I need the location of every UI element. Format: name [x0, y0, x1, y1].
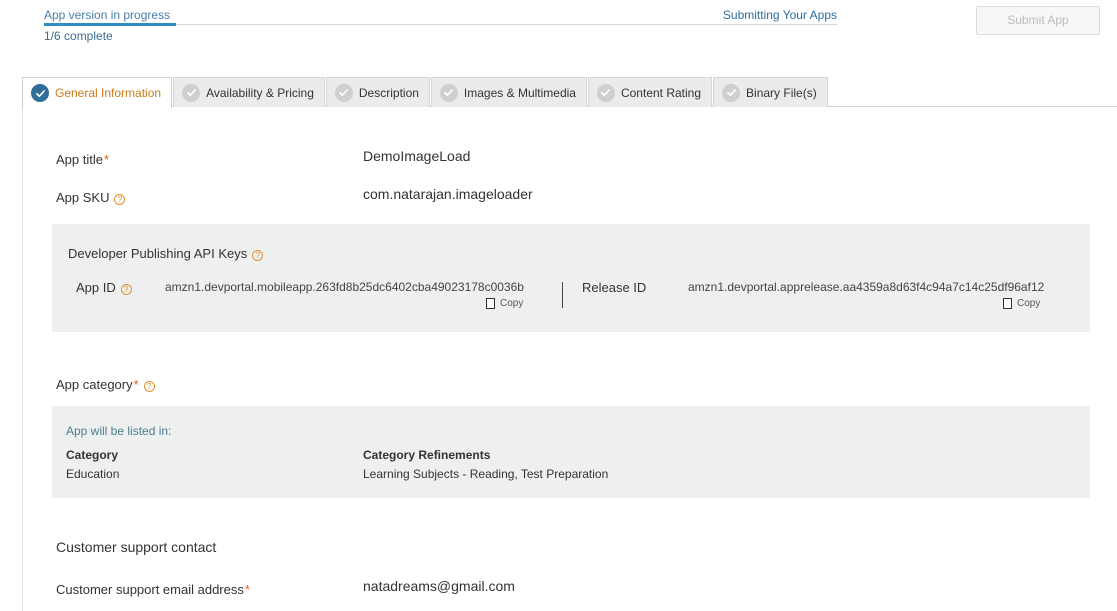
app-category-label: App category*?: [56, 377, 155, 392]
tab-content-rating[interactable]: Content Rating: [587, 77, 713, 107]
refinements-value: Learning Subjects - Reading, Test Prepar…: [363, 467, 609, 481]
app-title-value: DemoImageLoad: [363, 148, 471, 164]
check-circle-icon: [439, 83, 458, 102]
category-value: Education: [66, 467, 120, 481]
submitting-your-apps-link[interactable]: Submitting Your Apps: [723, 8, 837, 22]
release-id-label: Release ID: [582, 280, 647, 295]
tab-label: Binary File(s): [746, 85, 817, 100]
app-title-label: App title*: [56, 152, 110, 167]
customer-support-title: Customer support contact: [56, 539, 217, 555]
app-id-value: amzn1.devportal.mobileapp.263fd8b25dc640…: [165, 280, 524, 294]
required-marker: *: [103, 152, 110, 167]
check-circle-icon: [596, 83, 615, 102]
tab-label: Images & Multimedia: [463, 85, 576, 100]
required-marker: *: [133, 377, 139, 392]
check-circle-icon: [182, 83, 201, 102]
tab-images-multimedia[interactable]: Images & Multimedia: [430, 77, 587, 107]
check-circle-icon: [334, 83, 353, 102]
tab-label: Content Rating: [620, 85, 702, 100]
copy-app-id-button[interactable]: Copy: [486, 298, 523, 309]
required-marker: *: [244, 582, 250, 597]
help-icon[interactable]: ?: [114, 194, 126, 205]
content-border: [22, 107, 23, 611]
tab-general-information[interactable]: General Information: [22, 77, 173, 108]
copy-release-id-button[interactable]: Copy: [1003, 298, 1040, 309]
check-circle-icon: [722, 83, 741, 102]
refinements-header: Category Refinements: [363, 448, 491, 462]
tab-binary-file-s[interactable]: Binary File(s): [713, 77, 828, 107]
support-email-label: Customer support email address*: [56, 582, 250, 597]
tab-description[interactable]: Description: [325, 77, 430, 107]
category-header: Category: [66, 448, 119, 462]
category-panel: App will be listed in: Category Educatio…: [52, 406, 1090, 498]
key-divider: [562, 282, 563, 308]
progress-label: App version in progress: [44, 8, 171, 22]
copy-icon: [1003, 298, 1012, 309]
api-keys-panel: Developer Publishing API Keys? App ID? a…: [52, 224, 1090, 332]
copy-icon: [486, 298, 495, 309]
release-id-value: amzn1.devportal.apprelease.aa4359a8d63f4…: [688, 280, 1045, 294]
tab-bar: General Information Availability & Pricin…: [22, 77, 1117, 108]
tab-label: General Information: [55, 86, 162, 100]
app-sku-value: com.natarajan.imageloader: [363, 186, 533, 202]
help-icon[interactable]: ?: [143, 381, 155, 392]
tab-label: Availability & Pricing: [206, 85, 314, 100]
check-circle-icon: [31, 84, 49, 102]
tab-availability-pricing[interactable]: Availability & Pricing: [173, 77, 325, 107]
progress-bar-fill: [44, 23, 176, 26]
tab-label: Description: [358, 85, 419, 100]
submit-app-button[interactable]: Submit App: [976, 6, 1100, 35]
progress-count: 1/6 complete: [44, 29, 113, 43]
help-icon[interactable]: ?: [252, 250, 264, 261]
support-email-value: natadreams@gmail.com: [363, 578, 515, 594]
app-sku-label: App SKU?: [56, 190, 126, 205]
api-keys-title: Developer Publishing API Keys?: [68, 246, 264, 261]
listed-in-text: App will be listed in:: [66, 424, 172, 438]
help-icon[interactable]: ?: [120, 284, 132, 295]
app-id-label: App ID?: [76, 280, 132, 295]
